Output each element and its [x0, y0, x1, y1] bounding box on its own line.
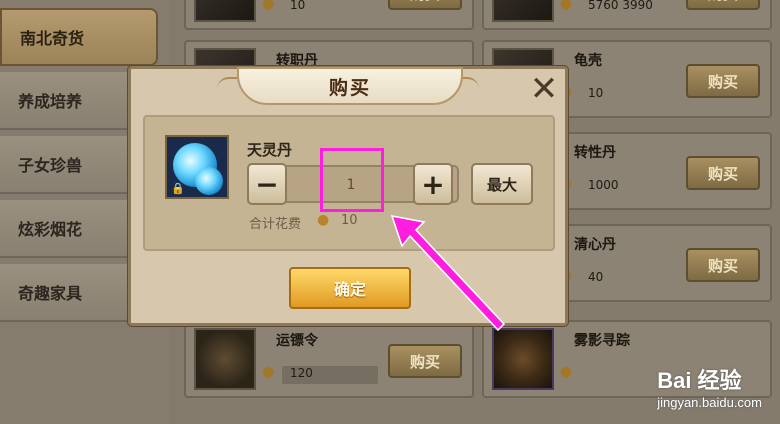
category-label: 养成培养: [18, 92, 83, 111]
shop-item-card: ● 10 购买: [184, 0, 474, 30]
watermark-url: jingyan.baidu.com: [657, 395, 762, 410]
orb-shape: [195, 167, 223, 195]
close-icon[interactable]: ✕: [529, 72, 559, 106]
gold-ingot-icon: ●: [560, 364, 573, 380]
gold-ingot-icon: ●: [262, 364, 275, 380]
buy-button[interactable]: 购买: [388, 0, 462, 10]
gold-ingot-icon: ●: [262, 0, 275, 12]
item-name: 天灵丹: [247, 141, 293, 159]
item-name: 清心丹: [574, 237, 616, 253]
buy-button[interactable]: 购买: [686, 64, 760, 98]
compass-icon: [492, 328, 554, 390]
category-label: 子女珍兽: [18, 156, 83, 175]
baidu-watermark: Bai 经验 jingyan.baidu.com: [657, 363, 762, 410]
gold-ingot-icon: ●: [317, 212, 330, 228]
item-name: 转性丹: [574, 145, 616, 161]
gold-ingot-icon: ●: [560, 0, 573, 12]
item-price: 10: [290, 0, 306, 12]
watermark-logo: Bai 经验: [657, 368, 742, 393]
item-price: 1000: [588, 178, 619, 192]
pointer-arrow-icon: [390, 215, 506, 332]
item-price: 40: [588, 270, 604, 284]
shop-item-card: ● 5760 3990 购买: [482, 0, 772, 30]
max-quantity-button[interactable]: 最大: [471, 163, 533, 205]
quantity-highlight-box: [320, 148, 384, 212]
escort-token-icon: [194, 328, 256, 390]
buy-button[interactable]: 购买: [686, 248, 760, 282]
decrease-button[interactable]: −: [247, 163, 287, 205]
total-cost-label: 合计花费: [249, 217, 302, 232]
ribbon-scroll-ornament: [217, 77, 239, 91]
category-tab-nanbei[interactable]: 南北奇货: [0, 8, 158, 66]
buy-button[interactable]: 购买: [686, 0, 760, 10]
item-name: 雾影寻踪: [574, 333, 630, 349]
item-price: 5760 3990: [588, 0, 653, 12]
tianling-pill-icon: 🔒: [165, 135, 229, 199]
item-icon: [194, 0, 256, 22]
item-name: 龟壳: [574, 53, 602, 69]
category-label: 炫彩烟花: [18, 220, 83, 239]
increase-button[interactable]: +: [413, 163, 453, 205]
item-icon: [492, 0, 554, 22]
lock-icon: 🔒: [171, 182, 185, 195]
buy-button[interactable]: 购买: [686, 156, 760, 190]
buy-button[interactable]: 购买: [388, 344, 462, 378]
item-name: 运镖令: [276, 333, 318, 349]
dialog-title: 购买: [237, 67, 463, 105]
total-cost-value: 10: [341, 213, 358, 228]
category-label: 南北奇货: [20, 29, 85, 48]
category-label: 奇趣家具: [18, 284, 83, 303]
item-price: 10: [588, 86, 604, 100]
item-price: 120: [290, 366, 313, 380]
